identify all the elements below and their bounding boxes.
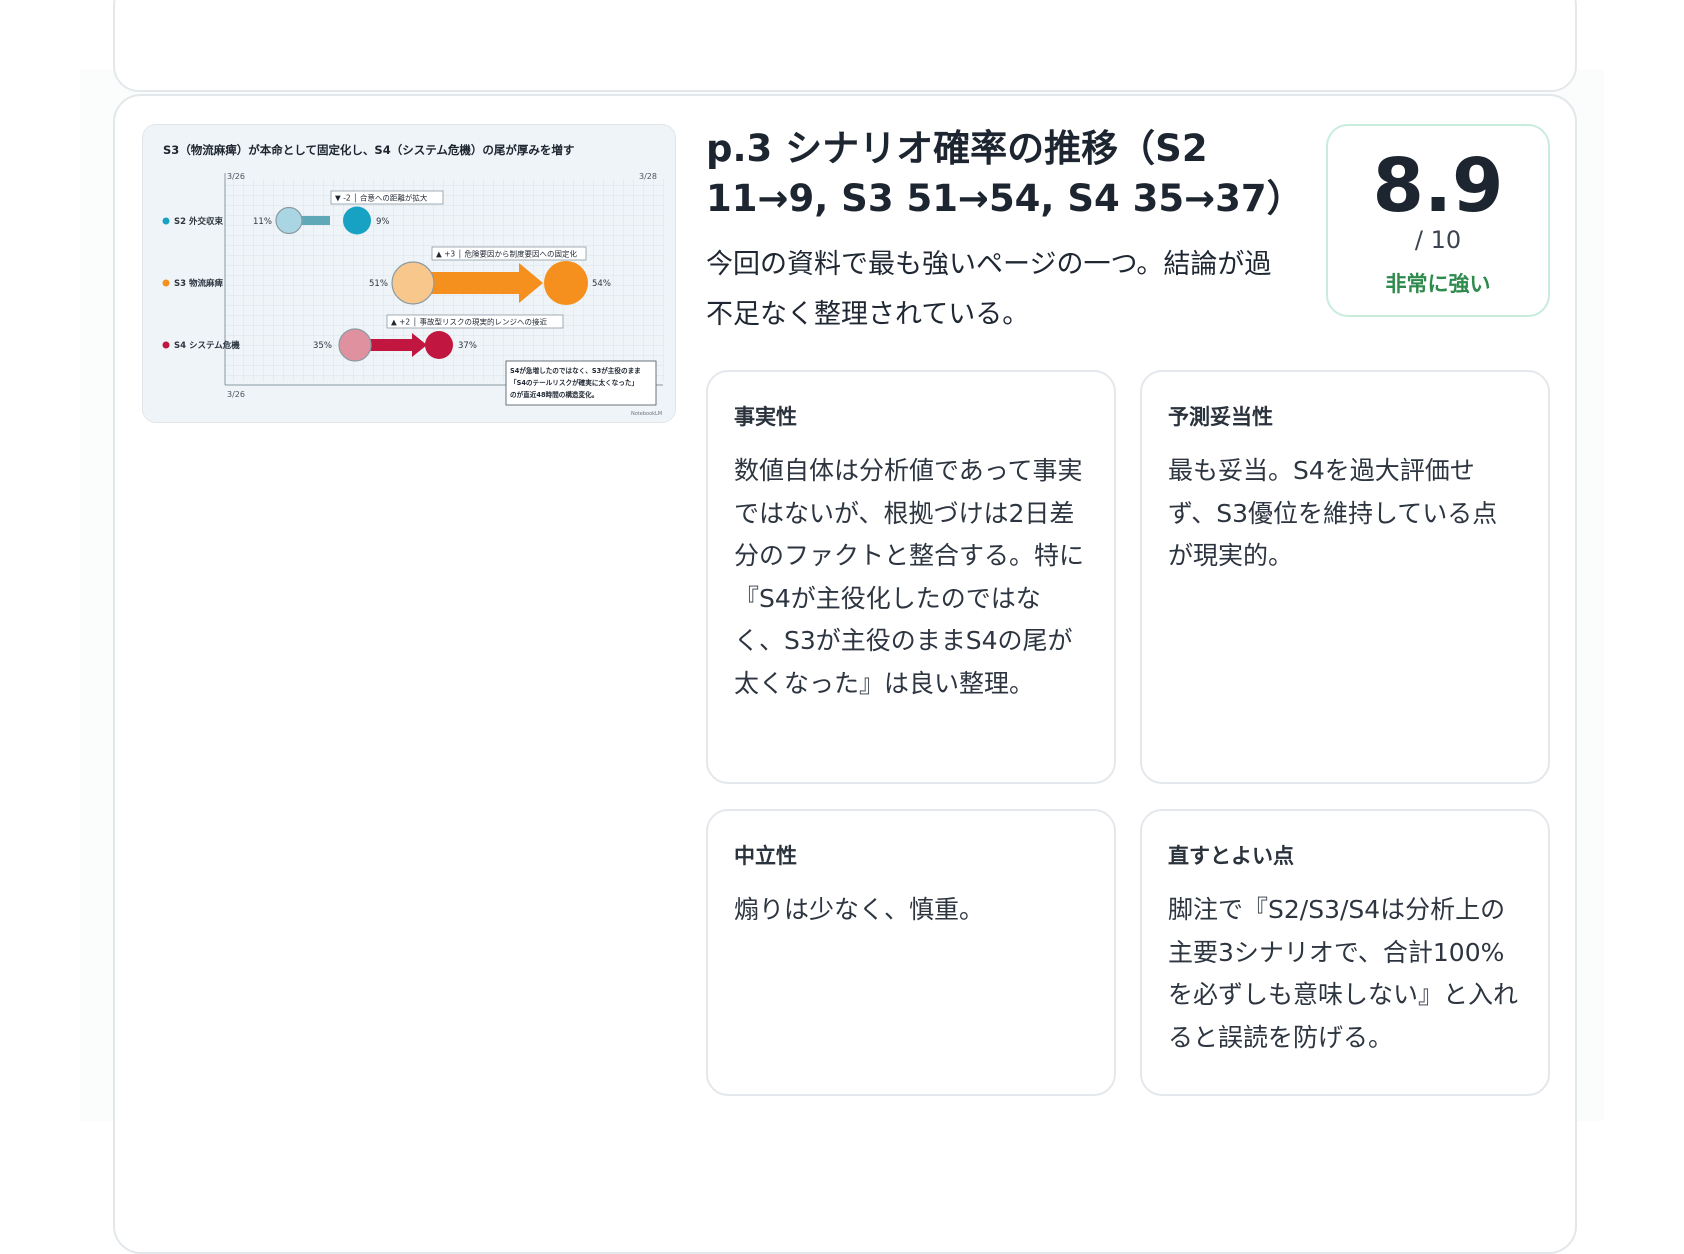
s2-note: ▼ -2 │ 合意への距離が拡大 xyxy=(335,193,428,203)
s3-from: 51% xyxy=(369,279,388,289)
callout-line-2: 「S4のテールリスクが確実に太くなった」 xyxy=(510,378,638,387)
s2-from: 11% xyxy=(253,217,272,227)
s3-note: ▲ +3 │ 危険要因から制度要因への固定化 xyxy=(436,249,577,259)
date-left-top: 3/26 xyxy=(227,172,245,181)
s2-label: S2 外交収束 xyxy=(174,216,223,227)
s4-label: S4 システム危機 xyxy=(174,340,240,351)
panel-improvements: 直すとよい点 脚注で『S2/S3/S4は分析上の主要3シナリオで、合計100%を… xyxy=(1140,809,1550,1096)
s3-legend-dot xyxy=(162,279,170,287)
s4-from: 35% xyxy=(313,341,332,351)
score-scale: / 10 xyxy=(1414,226,1462,254)
callout-line-3: のが直近48時間の構造変化。 xyxy=(510,390,598,399)
page-summary: 今回の資料で最も強いページの一つ。結論が過不足なく整理されている。 xyxy=(706,249,1272,330)
score-badge: 8.9 / 10 非常に強い xyxy=(1326,124,1550,317)
panel-factuality: 事実性 数値自体は分析値であって事実ではないが、根拠づけは2日差分のファクトと整… xyxy=(706,370,1116,784)
s4-end-bubble xyxy=(425,331,453,359)
panel-body: 煽りは少なく、慎重。 xyxy=(734,895,985,924)
panel-body: 最も妥当。S4を過大評価せず、S3優位を維持している点が現実的。 xyxy=(1168,456,1498,570)
s3-to: 54% xyxy=(592,279,611,289)
s3-start-bubble xyxy=(391,261,435,305)
date-left-bottom: 3/26 xyxy=(227,390,245,399)
slide-thumbnail[interactable]: S3（物流麻痺）が本命として固定化し、S4（システム危機）の尾が厚みを増す 3/… xyxy=(142,124,676,423)
panel-title: 予測妥当性 xyxy=(1168,405,1273,429)
panel-title: 事実性 xyxy=(734,405,797,429)
callout-line-1: S4が急増したのではなく、S3が主役のまま xyxy=(510,366,641,375)
s2-end-bubble xyxy=(343,206,371,235)
panel-title: 直すとよい点 xyxy=(1168,844,1294,868)
s2-legend-dot xyxy=(162,217,170,225)
date-right-top: 3/28 xyxy=(639,172,657,181)
page-heading: p.3 シナリオ確率の推移（S2 11→9, S3 51→54, S4 35→3… xyxy=(706,127,1304,220)
s4-legend-dot xyxy=(162,341,170,349)
thumbnail-title: S3（物流麻痺）が本命として固定化し、S4（システム危機）の尾が厚みを増す xyxy=(163,143,574,157)
panel-forecast-validity: 予測妥当性 最も妥当。S4を過大評価せず、S3優位を維持している点が現実的。 xyxy=(1140,370,1550,784)
panel-body: 数値自体は分析値であって事実ではないが、根拠づけは2日差分のファクトと整合する。… xyxy=(734,456,1085,698)
score-value: 8.9 xyxy=(1372,143,1504,229)
s2-to: 9% xyxy=(376,217,390,227)
watermark: NotebookLM xyxy=(631,411,662,417)
score-label: 非常に強い xyxy=(1385,272,1491,296)
panel-title: 中立性 xyxy=(734,844,797,868)
scenario-chart-thumbnail: S3（物流麻痺）が本命として固定化し、S4（システム危機）の尾が厚みを増す 3/… xyxy=(143,125,675,422)
s4-to: 37% xyxy=(458,341,477,351)
s3-label: S3 物流麻痺 xyxy=(174,278,223,289)
panel-neutrality: 中立性 煽りは少なく、慎重。 xyxy=(706,809,1116,1096)
s3-end-bubble xyxy=(544,261,588,305)
s4-start-bubble xyxy=(338,328,372,362)
s2-start-bubble xyxy=(275,206,303,235)
previous-review-card xyxy=(113,0,1577,92)
s4-note: ▲ +2 │ 事故型リスクの現実的レンジへの接近 xyxy=(391,317,547,327)
panel-body: 脚注で『S2/S3/S4は分析上の主要3シナリオで、合計100%を必ずしも意味し… xyxy=(1168,895,1519,1052)
